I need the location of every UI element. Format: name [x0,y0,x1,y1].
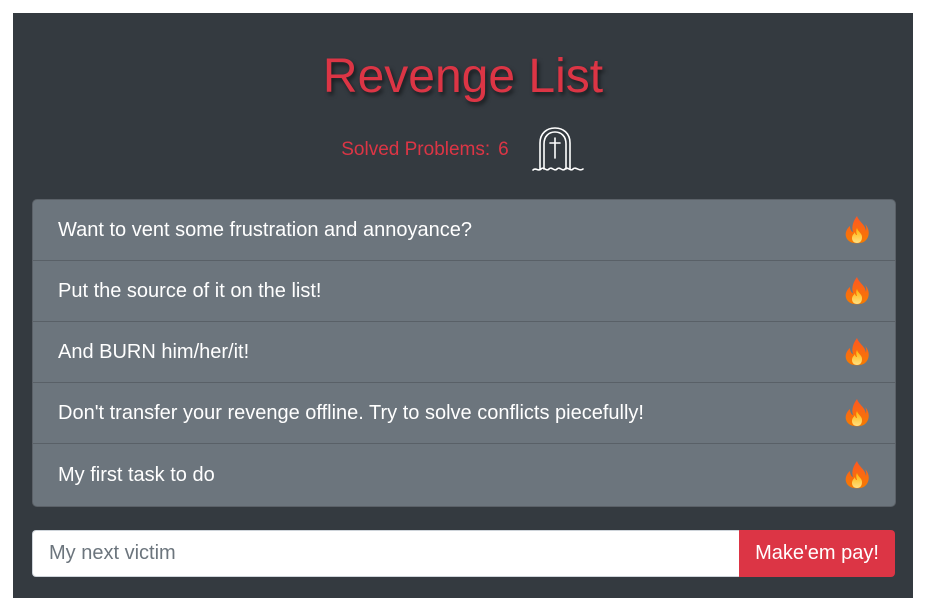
add-victim-form: Make'em pay! [32,530,895,577]
fire-icon[interactable] [843,337,871,367]
list-item-text: Want to vent some frustration and annoya… [58,218,472,241]
gravestone-icon [531,127,584,171]
revenge-list: Want to vent some frustration and annoya… [32,199,896,507]
app-panel: Revenge List Solved Problems: 6 Want to … [13,13,913,598]
fire-icon[interactable] [843,460,871,490]
list-item-text: And BURN him/her/it! [58,340,250,363]
list-item: And BURN him/her/it! [33,322,895,383]
solved-counter: Solved Problems: 6 [13,125,913,175]
fire-icon[interactable] [843,398,871,428]
fire-icon[interactable] [843,276,871,306]
list-item-text: Put the source of it on the list! [58,279,322,302]
list-item-text: My first task to do [58,463,215,486]
list-item: Want to vent some frustration and annoya… [33,200,895,261]
page-title: Revenge List [322,50,604,103]
list-item-text: Don't transfer your revenge offline. Try… [58,401,644,424]
list-item: Don't transfer your revenge offline. Try… [33,383,895,444]
fire-icon[interactable] [843,215,871,245]
victim-input[interactable] [32,530,739,577]
solved-text: Solved Problems: 6 [341,139,508,161]
solved-count: 6 [498,139,509,160]
make-em-pay-button[interactable]: Make'em pay! [739,530,895,577]
list-item: My first task to do [33,444,895,506]
list-item: Put the source of it on the list! [33,261,895,322]
solved-label: Solved Problems: [341,139,491,160]
